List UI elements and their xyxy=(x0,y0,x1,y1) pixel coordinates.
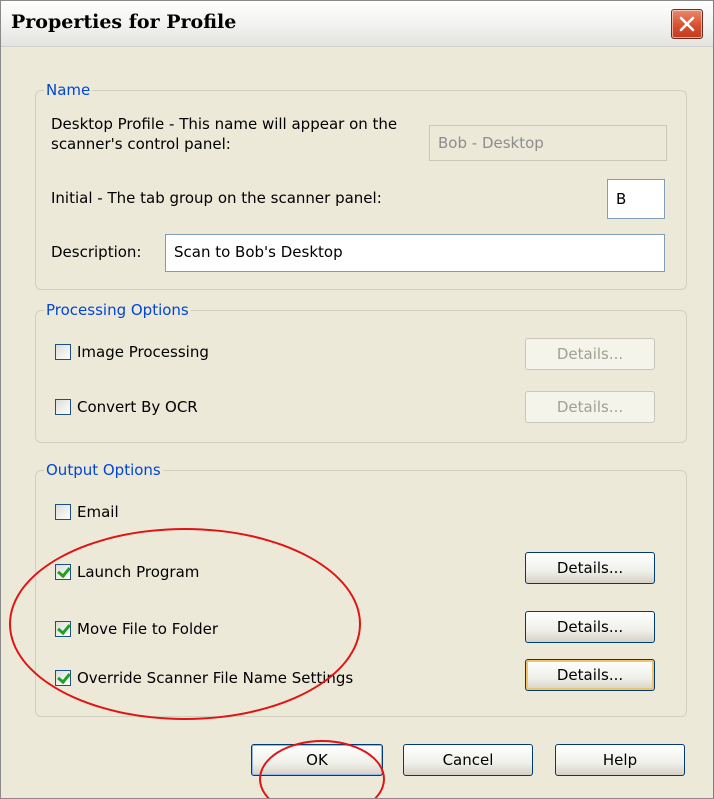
move-file-details-button[interactable]: Details... xyxy=(525,611,655,643)
help-button[interactable]: Help xyxy=(555,744,685,776)
move-file-checkbox-box[interactable] xyxy=(55,621,71,637)
output-options-legend: Output Options xyxy=(46,461,161,479)
name-group-legend: Name xyxy=(46,81,91,99)
ok-button[interactable]: OK xyxy=(251,744,383,776)
override-name-checkbox[interactable]: Override Scanner File Name Settings xyxy=(55,669,353,687)
close-icon xyxy=(679,16,695,32)
move-file-checkbox[interactable]: Move File to Folder xyxy=(55,620,218,638)
profile-label: Desktop Profile - This name will appear … xyxy=(51,115,398,153)
initial-field[interactable]: B xyxy=(607,179,665,219)
processing-options-legend: Processing Options xyxy=(46,301,189,319)
launch-program-details-button[interactable]: Details... xyxy=(525,552,655,584)
initial-label: Initial - The tab group on the scanner p… xyxy=(51,189,382,207)
convert-ocr-checkbox-box[interactable] xyxy=(55,399,71,415)
convert-ocr-checkbox[interactable]: Convert By OCR xyxy=(55,398,198,416)
override-name-label: Override Scanner File Name Settings xyxy=(77,669,354,687)
description-field[interactable]: Scan to Bob's Desktop xyxy=(165,234,665,272)
cancel-button[interactable]: Cancel xyxy=(403,744,533,776)
email-checkbox[interactable]: Email xyxy=(55,503,119,521)
move-file-label: Move File to Folder xyxy=(77,620,219,638)
launch-program-label: Launch Program xyxy=(77,563,200,581)
window-title: Properties for Profile xyxy=(11,11,237,33)
image-processing-details-button: Details... xyxy=(525,338,655,370)
override-name-checkbox-box[interactable] xyxy=(55,670,71,686)
description-label: Description: xyxy=(51,243,142,261)
convert-ocr-details-button: Details... xyxy=(525,391,655,423)
properties-dialog: Properties for Profile Name Desktop Prof… xyxy=(0,0,714,799)
image-processing-checkbox[interactable]: Image Processing xyxy=(55,343,209,361)
override-name-details-button[interactable]: Details... xyxy=(525,659,655,691)
image-processing-checkbox-box[interactable] xyxy=(55,344,71,360)
image-processing-label: Image Processing xyxy=(77,343,209,361)
launch-program-checkbox-box[interactable] xyxy=(55,564,71,580)
email-checkbox-box[interactable] xyxy=(55,504,71,520)
convert-ocr-label: Convert By OCR xyxy=(77,398,198,416)
email-label: Email xyxy=(77,503,119,521)
launch-program-checkbox[interactable]: Launch Program xyxy=(55,563,199,581)
title-bar[interactable]: Properties for Profile xyxy=(1,1,713,47)
close-button[interactable] xyxy=(671,9,703,39)
profile-name-field: Bob - Desktop xyxy=(429,125,667,161)
